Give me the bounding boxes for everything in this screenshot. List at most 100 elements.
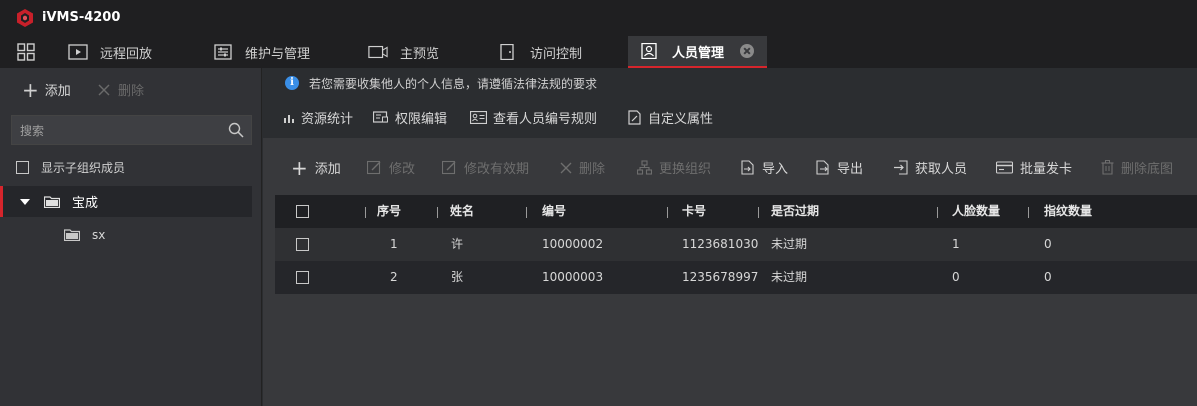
person-management-icon [641, 43, 657, 59]
view-id-rule-button[interactable]: 查看人员编号规则 [470, 108, 597, 127]
modify-validity-button[interactable]: 修改有效期 [442, 158, 529, 177]
cell-card-no: 1123681030 [682, 237, 759, 251]
add-organization-button[interactable]: + 添加 [22, 77, 71, 102]
secondary-toolbar: 资源统计 权限编辑 查看人员编号规则 自定义属性 [263, 98, 1197, 134]
export-button[interactable]: 导出 [816, 158, 863, 177]
export-label: 导出 [837, 162, 864, 177]
custom-attribute-icon [628, 110, 641, 125]
delete-person-button[interactable]: 删除 [560, 158, 605, 177]
plus-icon: + [22, 77, 39, 102]
batch-issue-card-label: 批量发卡 [1020, 162, 1073, 177]
delete-person-label: 删除 [579, 162, 606, 177]
tab-remote-playback[interactable]: 远程回放 [68, 36, 152, 68]
delete-photo-button[interactable]: 删除底图 [1101, 158, 1173, 177]
tab-person-management[interactable]: 人员管理 [628, 36, 767, 68]
show-sub-members-checkbox[interactable] [16, 161, 29, 174]
cell-face-count: 0 [952, 270, 960, 284]
person-list-panel: + 添加 修改 修改有效期 删除 更换组织 导入 导出 获取人员 批量发卡 删除… [263, 138, 1197, 406]
get-person-button[interactable]: 获取人员 [893, 158, 967, 177]
maintenance-icon [214, 44, 232, 60]
cell-expired: 未过期 [771, 237, 808, 251]
app-title: iVMS-4200 [42, 10, 121, 25]
select-all-checkbox[interactable] [296, 205, 309, 218]
edit-icon [367, 160, 381, 175]
column-header-name[interactable]: 姓名 [450, 195, 474, 228]
close-icon [98, 84, 110, 95]
table-row[interactable]: 1 许 10000002 1123681030 未过期 1 0 [275, 228, 1197, 261]
change-organization-button[interactable]: 更换组织 [637, 158, 711, 177]
module-tab-bar: 远程回放 维护与管理 主预览 访问控制 人员管理 [0, 36, 1197, 68]
modify-label: 修改 [389, 162, 416, 177]
cell-name: 许 [451, 237, 464, 251]
modify-button[interactable]: 修改 [367, 158, 415, 177]
show-sub-members-label: 显示子组织成员 [41, 161, 126, 175]
import-button[interactable]: 导入 [741, 158, 788, 177]
cell-fingerprint-count: 0 [1044, 237, 1052, 251]
statistics-icon [284, 114, 294, 123]
expand-caret-icon[interactable] [20, 198, 30, 205]
folder-icon [64, 228, 80, 241]
playback-icon [68, 44, 88, 60]
tree-node-sx[interactable]: sx [0, 219, 252, 250]
get-person-label: 获取人员 [915, 162, 968, 177]
permission-edit-icon [373, 111, 388, 123]
tree-node-label: sx [92, 227, 106, 242]
custom-attribute-label: 自定义属性 [648, 112, 714, 127]
column-header-face-count[interactable]: 人脸数量 [952, 195, 1000, 228]
title-bar: iVMS-4200 [0, 0, 1197, 36]
column-header-id[interactable]: 编号 [542, 195, 566, 228]
delete-organization-button[interactable]: 删除 [98, 80, 144, 99]
cell-index: 1 [390, 237, 398, 251]
add-person-label: 添加 [314, 162, 341, 177]
tab-label: 访问控制 [530, 46, 583, 62]
tree-node-baocheng[interactable]: 宝成 [0, 186, 252, 217]
close-tab-icon[interactable] [740, 44, 755, 58]
grid-menu-icon[interactable] [17, 43, 35, 61]
permission-edit-button[interactable]: 权限编辑 [373, 108, 447, 127]
search-input[interactable] [20, 122, 220, 140]
batch-issue-card-button[interactable]: 批量发卡 [996, 158, 1072, 177]
tab-maintenance[interactable]: 维护与管理 [213, 36, 310, 68]
organization-toolbar: + 添加 删除 [0, 68, 262, 112]
column-header-card-no[interactable]: 卡号 [682, 195, 706, 228]
add-person-button[interactable]: + 添加 [291, 158, 341, 178]
delete-label: 删除 [118, 84, 145, 99]
row-checkbox[interactable] [296, 271, 309, 284]
row-checkbox[interactable] [296, 238, 309, 251]
person-action-bar: + 添加 修改 修改有效期 删除 更换组织 导入 导出 获取人员 批量发卡 删除… [263, 154, 1197, 180]
hikvision-logo-icon [17, 9, 33, 27]
add-label: 添加 [44, 84, 71, 99]
column-divider [758, 207, 759, 218]
view-id-rule-label: 查看人员编号规则 [493, 112, 598, 127]
tab-label: 人员管理 [672, 45, 725, 61]
import-label: 导入 [762, 162, 789, 177]
tab-access-control[interactable]: 访问控制 [498, 36, 582, 68]
get-person-icon [894, 160, 908, 175]
column-header-expired[interactable]: 是否过期 [771, 195, 819, 228]
column-header-fingerprint-count[interactable]: 指纹数量 [1044, 195, 1092, 228]
edit-icon [442, 160, 456, 175]
tab-main-preview[interactable]: 主预览 [368, 36, 439, 68]
person-main-area: i 若您需要收集他人的个人信息，请遵循法律法规的要求 资源统计 权限编辑 查看人… [263, 68, 1197, 406]
column-divider [667, 207, 668, 218]
folder-icon [44, 195, 60, 208]
modify-validity-label: 修改有效期 [464, 162, 530, 177]
cell-id: 10000002 [542, 237, 604, 251]
close-icon [560, 162, 572, 173]
import-icon [741, 160, 754, 175]
cell-index: 2 [390, 270, 398, 284]
export-icon [816, 160, 829, 175]
tab-label: 主预览 [400, 46, 440, 62]
show-sub-members-option[interactable]: 显示子组织成员 [16, 159, 125, 176]
cell-card-no: 1235678997 [682, 270, 759, 284]
column-header-index[interactable]: 序号 [377, 195, 401, 228]
custom-attribute-button[interactable]: 自定义属性 [628, 108, 713, 127]
privacy-notice: i 若您需要收集他人的个人信息，请遵循法律法规的要求 [263, 68, 1197, 98]
search-icon[interactable] [228, 122, 244, 138]
resource-statistics-button[interactable]: 资源统计 [283, 108, 353, 127]
organization-panel: + 添加 删除 显示子组织成员 宝成 [0, 68, 262, 406]
delete-photo-label: 删除底图 [1121, 162, 1174, 177]
trash-icon [1101, 160, 1114, 175]
tab-label: 维护与管理 [245, 46, 311, 62]
table-row[interactable]: 2 张 10000003 1235678997 未过期 0 0 [275, 261, 1197, 294]
